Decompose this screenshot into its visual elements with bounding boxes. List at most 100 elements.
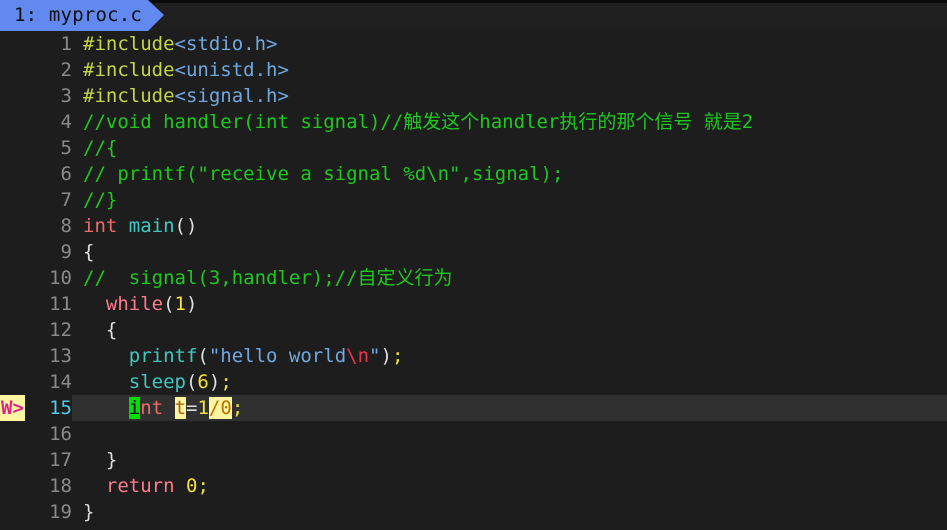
tab-myproc-c[interactable]: 1: myproc.c — [0, 0, 165, 31]
code-token: //{ — [83, 137, 118, 159]
line-code[interactable]: // printf("receive a signal %d\n",signal… — [72, 161, 947, 187]
code-token: nt — [140, 397, 164, 419]
line-code[interactable]: sleep(6); — [72, 369, 947, 395]
code-token: return — [105, 475, 175, 497]
sign-column — [0, 161, 40, 187]
line-code[interactable]: int main() — [72, 213, 947, 239]
sign-column — [0, 473, 40, 499]
buffer-line[interactable]: 16 — [0, 421, 947, 447]
buffer-line[interactable]: 3 #include<signal.h> — [0, 83, 947, 109]
code-token: ( — [185, 371, 198, 393]
line-number: 15 — [49, 397, 72, 419]
buffer-line[interactable]: 10 // signal(3,handler);//自定义行为 — [0, 265, 947, 291]
code-token: //} — [83, 189, 118, 211]
code-token: ; — [197, 475, 209, 497]
line-code[interactable]: int t=1/0; — [72, 395, 947, 421]
buffer-line[interactable]: 8 int main() — [0, 213, 947, 239]
line-code[interactable]: printf("hello world\n"); — [72, 343, 947, 369]
line-code[interactable]: while(1) — [72, 291, 947, 317]
code-token: int — [83, 215, 118, 237]
buffer-line[interactable]: 17 } — [0, 447, 947, 473]
code-token: \n — [346, 345, 370, 367]
sign-column — [0, 213, 40, 239]
line-number: 8 — [60, 215, 72, 237]
code-token: "hello world — [208, 345, 347, 367]
sign-column — [0, 187, 40, 213]
code-token: 1 — [174, 293, 186, 315]
buffer-line[interactable]: 11 while(1) — [0, 291, 947, 317]
tab-body[interactable]: 1: myproc.c — [0, 0, 149, 31]
buffer-line[interactable]: 9{ — [0, 239, 947, 265]
buffer-line[interactable]: 12 { — [0, 317, 947, 343]
tabline: 1: myproc.c — [0, 0, 947, 31]
buffer-line[interactable]: W> 15 int t=1/0; — [0, 395, 947, 421]
line-number: 19 — [49, 501, 72, 523]
code-token: while — [105, 293, 164, 315]
line-code[interactable]: { — [72, 317, 947, 343]
tab-arrow-icon — [148, 0, 165, 31]
sign-column — [0, 317, 40, 343]
code-token: } — [105, 449, 118, 471]
code-token: () — [174, 215, 198, 237]
buffer-line[interactable]: 2 #include<unistd.h> — [0, 57, 947, 83]
code-token: ) — [208, 371, 221, 393]
editor-text-area[interactable]: 1 #include<stdio.h> 2 #include<unistd.h> 3 #i… — [0, 31, 947, 530]
line-number: 13 — [49, 345, 72, 367]
buffer-line[interactable]: 4 //void handler(int signal)//触发这个handler… — [0, 109, 947, 135]
line-number: 16 — [49, 423, 72, 445]
line-code[interactable]: return 0; — [72, 473, 947, 499]
line-number: 9 — [60, 241, 72, 263]
line-code[interactable]: //void handler(int signal)//触发这个handler执… — [72, 109, 947, 135]
line-code[interactable]: // signal(3,handler);//自定义行为 — [72, 265, 947, 291]
code-token: <signal.h> — [174, 85, 289, 107]
sign-column — [0, 265, 40, 291]
code-token: main — [128, 215, 175, 237]
code-token: ) — [186, 293, 198, 315]
line-number: 5 — [60, 137, 72, 159]
code-token: <stdio.h> — [174, 33, 278, 55]
code-token: ( — [197, 345, 209, 367]
buffer-line[interactable]: 6 // printf("receive a signal %d\n",signa… — [0, 161, 947, 187]
buffer-line[interactable]: 14 sleep(6); — [0, 369, 947, 395]
line-number: 17 — [49, 449, 72, 471]
code-token: // printf("receive a signal %d\n",signal… — [83, 163, 564, 185]
code-token: #include — [83, 59, 175, 81]
code-token: ; — [231, 397, 244, 419]
line-number: 10 — [49, 267, 72, 289]
code-token: /0 — [208, 397, 232, 419]
sign-column — [0, 135, 40, 161]
buffer-line[interactable]: 13 printf("hello world\n"); — [0, 343, 947, 369]
code-token: // signal(3,handler);//自定义行为 — [83, 267, 453, 289]
code-token: printf — [128, 345, 198, 367]
sign-column — [0, 421, 40, 447]
buffer-line[interactable]: 5 //{ — [0, 135, 947, 161]
line-code[interactable] — [72, 421, 947, 447]
code-token: ( — [163, 293, 175, 315]
buffer-line[interactable]: 1 #include<stdio.h> — [0, 31, 947, 57]
code-token: ; — [220, 371, 232, 393]
line-number: 4 — [60, 111, 72, 133]
line-code[interactable]: } — [72, 499, 947, 525]
line-number: 11 — [49, 293, 72, 315]
line-code[interactable]: #include<unistd.h> — [72, 57, 947, 83]
line-code[interactable]: #include<signal.h> — [72, 83, 947, 109]
code-token: #include — [83, 85, 175, 107]
line-code[interactable]: //{ — [72, 135, 947, 161]
line-code[interactable]: //} — [72, 187, 947, 213]
line-code[interactable]: } — [72, 447, 947, 473]
buffer-line[interactable]: 7 //} — [0, 187, 947, 213]
buffer-line[interactable]: 19} — [0, 499, 947, 525]
sign-column — [0, 83, 40, 109]
sign-column — [0, 369, 40, 395]
line-code[interactable]: { — [72, 239, 947, 265]
buffer-line[interactable]: 18 return 0; — [0, 473, 947, 499]
line-number: 18 — [49, 475, 72, 497]
line-code[interactable]: #include<stdio.h> — [72, 31, 947, 57]
code-token: } — [83, 501, 95, 523]
